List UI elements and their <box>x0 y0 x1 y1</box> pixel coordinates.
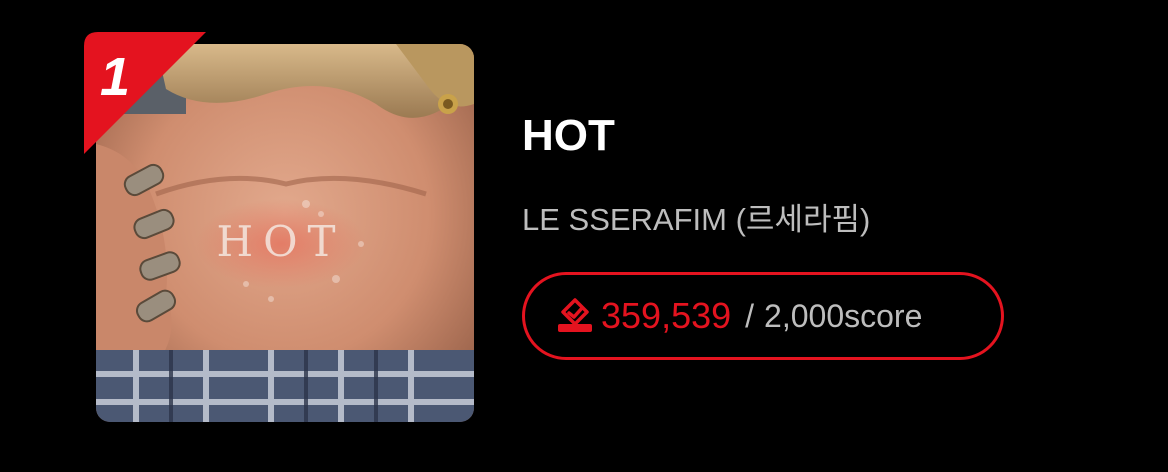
cover-text: HOT <box>216 217 345 266</box>
vote-count: 359,539 <box>601 295 732 336</box>
chart-item-card[interactable]: HOT 1 HOT LE SSERAFIM (르세라핌) 359,539 / 2… <box>0 0 1168 472</box>
vote-icon <box>555 296 595 336</box>
artist-name[interactable]: LE SSERAFIM (르세라핌) <box>522 200 870 240</box>
score-separator: / <box>745 297 755 334</box>
score-total: 2,000score <box>764 298 923 334</box>
song-title[interactable]: HOT <box>522 112 615 160</box>
rank-number: 1 <box>100 47 131 107</box>
rank-badge: 1 <box>84 32 206 154</box>
score-pill[interactable]: 359,539 / 2,000score <box>522 272 1004 360</box>
